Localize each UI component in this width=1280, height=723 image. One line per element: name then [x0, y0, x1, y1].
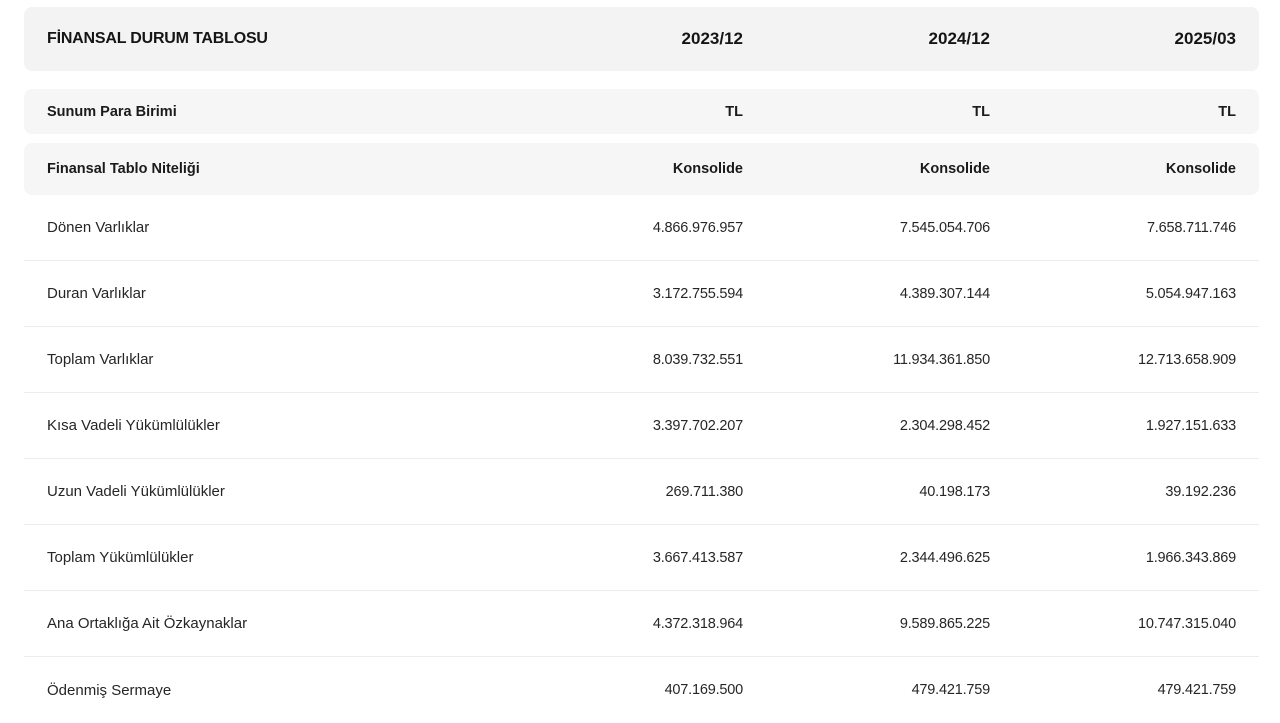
period-header: 2025/03	[1174, 29, 1236, 48]
table-row: Ana Ortaklığa Ait Özkaynaklar 4.372.318.…	[24, 591, 1259, 657]
row-label: Uzun Vadeli Yükümlülükler	[47, 483, 225, 500]
meta-value: TL	[972, 103, 990, 120]
row-value: 1.927.151.633	[1145, 417, 1236, 434]
table-body: Dönen Varlıklar 4.866.976.957 7.545.054.…	[24, 195, 1259, 723]
row-value: 2.304.298.452	[899, 417, 990, 434]
table-title: FİNANSAL DURUM TABLOSU	[47, 30, 268, 47]
meta-label: Sunum Para Birimi	[47, 103, 177, 120]
row-label: Kısa Vadeli Yükümlülükler	[47, 417, 220, 434]
meta-value: TL	[1218, 103, 1236, 120]
meta-value: Konsolide	[919, 161, 990, 177]
row-label: Ödenmiş Sermaye	[47, 681, 172, 699]
row-label: Ana Ortaklığa Ait Özkaynaklar	[47, 615, 248, 632]
period-header: 2023/12	[681, 29, 743, 48]
table-row: Toplam Varlıklar 8.039.732.551 11.934.36…	[24, 327, 1259, 393]
meta-label: Finansal Tablo Niteliği	[47, 161, 200, 177]
financial-statement-table: FİNANSAL DURUM TABLOSU 2023/12 2024/12 2…	[24, 7, 1259, 723]
row-value: 7.658.711.746	[1146, 219, 1236, 236]
row-value: 39.192.236	[1165, 483, 1236, 500]
table-header: FİNANSAL DURUM TABLOSU 2023/12 2024/12 2…	[24, 7, 1259, 71]
meta-row-currency: Sunum Para Birimi TL TL TL	[24, 89, 1259, 134]
row-value: 479.421.759	[1157, 682, 1237, 698]
row-label: Duran Varlıklar	[47, 285, 146, 302]
meta-value: TL	[725, 103, 743, 120]
row-value: 1.966.343.869	[1145, 549, 1236, 566]
row-value: 3.397.702.207	[652, 417, 743, 434]
table-row: Toplam Yükümlülükler 3.667.413.587 2.344…	[24, 525, 1259, 591]
row-value: 269.711.380	[665, 483, 744, 500]
table-row: Uzun Vadeli Yükümlülükler 269.711.380 40…	[24, 459, 1259, 525]
table-row: Dönen Varlıklar 4.866.976.957 7.545.054.…	[24, 195, 1259, 261]
row-value: 479.421.759	[911, 682, 991, 698]
row-label: Toplam Varlıklar	[47, 351, 154, 368]
table-row: Ödenmiş Sermaye 407.169.500 479.421.759 …	[24, 657, 1259, 723]
table-row: Duran Varlıklar 3.172.755.594 4.389.307.…	[24, 261, 1259, 327]
row-value: 8.039.732.551	[652, 351, 743, 368]
table-row: Kısa Vadeli Yükümlülükler 3.397.702.207 …	[24, 393, 1259, 459]
row-value: 4.372.318.964	[652, 615, 743, 632]
row-value: 4.389.307.144	[899, 285, 990, 302]
row-value: 7.545.054.706	[899, 219, 990, 236]
period-header: 2024/12	[928, 29, 990, 48]
row-value: 3.667.413.587	[652, 549, 743, 566]
meta-value: Konsolide	[672, 161, 743, 177]
row-value: 4.866.976.957	[652, 219, 743, 236]
row-value: 40.198.173	[919, 483, 990, 500]
row-value: 5.054.947.163	[1145, 285, 1236, 302]
row-value: 3.172.755.594	[652, 285, 743, 302]
meta-row-nature: Finansal Tablo Niteliği Konsolide Konsol…	[24, 143, 1259, 195]
row-value: 9.589.865.225	[899, 615, 990, 632]
row-label: Dönen Varlıklar	[47, 219, 150, 236]
row-label: Toplam Yükümlülükler	[47, 549, 194, 566]
row-value: 12.713.658.909	[1138, 351, 1236, 368]
row-value: 2.344.496.625	[899, 549, 990, 566]
meta-value: Konsolide	[1165, 161, 1236, 177]
row-value: 407.169.500	[664, 682, 744, 698]
row-value: 10.747.315.040	[1138, 615, 1236, 632]
row-value: 11.934.361.850	[893, 351, 990, 368]
